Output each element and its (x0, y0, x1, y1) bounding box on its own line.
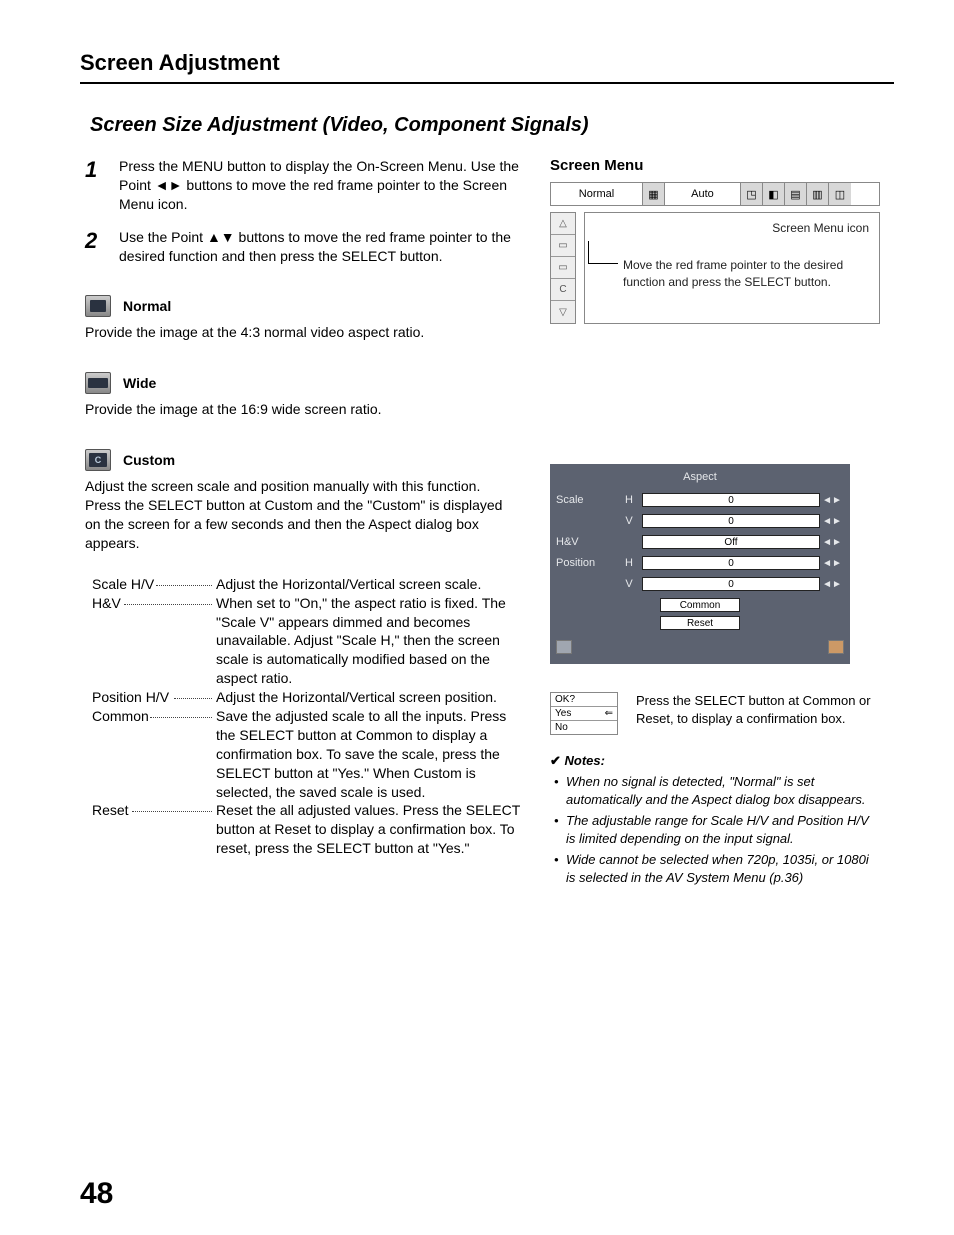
quit-icon[interactable] (556, 640, 572, 654)
osd-icon: ◳ (741, 183, 763, 205)
up-arrow-icon: △ (551, 213, 575, 235)
confirm-ok-label: OK? (551, 693, 617, 707)
osd-move-label: Move the red frame pointer to the desire… (623, 257, 869, 291)
param-desc: Reset the all adjusted values. Press the… (216, 801, 520, 858)
osd-body: Screen Menu icon Move the red frame poin… (584, 212, 880, 324)
osd-icon: ▥ (807, 183, 829, 205)
row-sublabel: V (616, 515, 642, 527)
step-text: Use the Point ▲▼ buttons to move the red… (119, 228, 520, 266)
param-label: Common (92, 708, 149, 724)
row-label: Scale (556, 494, 616, 506)
osd-item-icon: ▭ (551, 257, 575, 279)
mode-custom: C Custom Adjust the screen scale and pos… (85, 449, 520, 553)
osd-sidebar: △ ▭ ▭ C ▽ (550, 212, 576, 324)
param-label: H&V (92, 595, 121, 611)
param-label: Reset (92, 802, 129, 818)
mode-desc: Adjust the screen scale and position man… (85, 477, 520, 553)
return-icon[interactable] (828, 640, 844, 654)
step-number: 1 (85, 157, 119, 214)
osd-auto-label: Auto (665, 183, 741, 205)
row-label: H&V (556, 536, 616, 548)
note-item: When no signal is detected, "Normal" is … (566, 773, 880, 808)
mode-desc: Provide the image at the 4:3 normal vide… (85, 323, 520, 342)
row-value[interactable]: 0 (642, 556, 820, 570)
step-text: Press the MENU button to display the On-… (119, 157, 520, 214)
osd-item-icon: C (551, 279, 575, 301)
mode-desc: Provide the image at the 16:9 wide scree… (85, 400, 520, 419)
row-sublabel: H (616, 494, 642, 506)
page-number: 48 (80, 1177, 113, 1211)
osd-icon: ▤ (785, 183, 807, 205)
aspect-title: Aspect (556, 468, 844, 489)
param-label: Position H/V (92, 689, 169, 705)
normal-icon (85, 295, 111, 317)
mode-title: Wide (123, 375, 156, 391)
osd-item-icon: ▭ (551, 235, 575, 257)
row-sublabel: H (616, 557, 642, 569)
row-value[interactable]: 0 (642, 577, 820, 591)
section-title: Screen Size Adjustment (Video, Component… (90, 114, 894, 137)
param-desc: Save the adjusted scale to all the input… (216, 707, 520, 801)
row-label: Position (556, 557, 616, 569)
osd-icon: ◧ (763, 183, 785, 205)
page-header: Screen Adjustment (80, 50, 894, 84)
step-number: 2 (85, 228, 119, 266)
reset-button[interactable]: Reset (660, 616, 740, 630)
row-sublabel: V (616, 578, 642, 590)
osd-top-bar: Normal ▦ Auto ◳ ◧ ▤ ▥ ◫ (550, 182, 880, 206)
confirm-no[interactable]: No (551, 721, 617, 734)
aspect-panel: Aspect ScaleH0◄► V0◄► H&VOff◄► PositionH… (550, 464, 850, 664)
param-label: Scale H/V (92, 576, 154, 592)
param-desc: When set to "On," the aspect ratio is fi… (216, 594, 520, 688)
notes-heading: Notes: (550, 753, 880, 769)
adjust-arrows-icon[interactable]: ◄► (820, 558, 844, 569)
param-desc: Adjust the Horizontal/Vertical screen po… (216, 688, 520, 707)
wide-icon (85, 372, 111, 394)
osd-icon: ▦ (643, 183, 665, 205)
mode-wide: Wide Provide the image at the 16:9 wide … (85, 372, 520, 419)
row-value[interactable]: 0 (642, 493, 820, 507)
note-item: Wide cannot be selected when 720p, 1035i… (566, 851, 880, 886)
adjust-arrows-icon[interactable]: ◄► (820, 495, 844, 506)
note-item: The adjustable range for Scale H/V and P… (566, 812, 880, 847)
pointer-icon: ⇐ (605, 708, 613, 719)
adjust-arrows-icon[interactable]: ◄► (820, 537, 844, 548)
mode-normal: Normal Provide the image at the 4:3 norm… (85, 295, 520, 342)
common-button[interactable]: Common (660, 598, 740, 612)
confirm-box: OK? Yes⇐ No (550, 692, 618, 735)
screen-menu-heading: Screen Menu (550, 157, 880, 174)
confirm-yes[interactable]: Yes⇐ (551, 707, 617, 721)
osd-icon: ◫ (829, 183, 851, 205)
mode-title: Normal (123, 298, 171, 314)
mode-title: Custom (123, 452, 175, 468)
confirm-text: Press the SELECT button at Common or Res… (636, 692, 880, 727)
row-value[interactable]: 0 (642, 514, 820, 528)
step-1: 1 Press the MENU button to display the O… (85, 157, 520, 214)
adjust-arrows-icon[interactable]: ◄► (820, 516, 844, 527)
adjust-arrows-icon[interactable]: ◄► (820, 579, 844, 590)
notes-list: When no signal is detected, "Normal" is … (550, 773, 880, 886)
down-arrow-icon: ▽ (551, 301, 575, 323)
osd-icon-label: Screen Menu icon (595, 221, 869, 235)
step-2: 2 Use the Point ▲▼ buttons to move the r… (85, 228, 520, 266)
osd-mode-label: Normal (551, 183, 643, 205)
row-value[interactable]: Off (642, 535, 820, 549)
param-list: Scale H/V Adjust the Horizontal/Vertical … (92, 575, 520, 858)
custom-icon: C (85, 449, 111, 471)
param-desc: Adjust the Horizontal/Vertical screen sc… (216, 575, 520, 594)
